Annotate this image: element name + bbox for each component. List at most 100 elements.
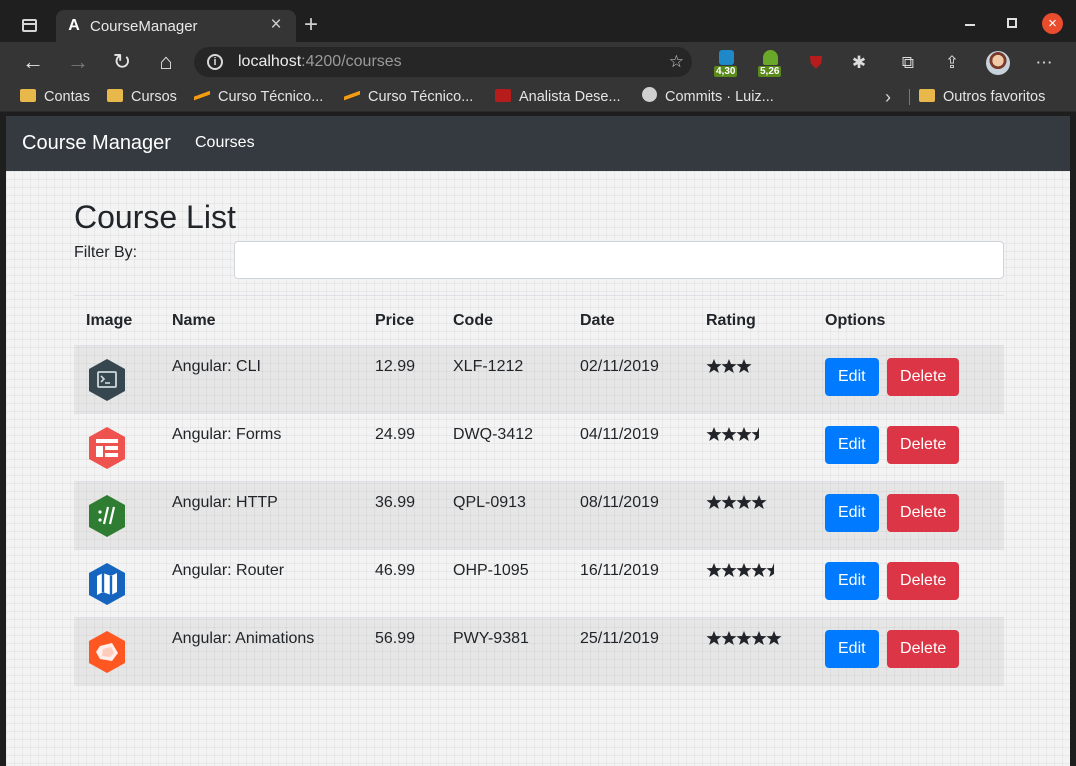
edit-button[interactable]: Edit — [825, 358, 879, 396]
cell-image — [74, 618, 160, 686]
cell-rating — [694, 618, 813, 686]
table-row: Angular: Forms 24.99 DWQ-3412 04/11/2019… — [74, 413, 1004, 482]
header-image: Image — [74, 295, 160, 346]
page-content: Course List Filter By: Image Name Price … — [6, 171, 1070, 766]
extension-weather-square — [719, 50, 734, 65]
job-site-icon — [495, 89, 511, 102]
filter-input[interactable] — [234, 241, 1004, 279]
delete-button[interactable]: Delete — [887, 494, 960, 532]
forward-icon[interactable]: → — [65, 49, 91, 75]
more-menu-icon[interactable]: ⋯ — [1034, 53, 1054, 73]
cell-code: PWY-9381 — [453, 630, 529, 647]
cell-options: Edit Delete — [813, 482, 1004, 550]
star-rating — [706, 631, 782, 650]
extension-weather-icon[interactable]: 4,30 — [714, 50, 740, 77]
cell-date: 04/11/2019 — [580, 426, 659, 443]
folder-icon — [919, 89, 935, 102]
cell-price: 36.99 — [375, 494, 416, 511]
add-favorite-icon[interactable]: ☆ — [669, 52, 684, 72]
profile-avatar[interactable] — [986, 51, 1010, 75]
cell-name: Angular: Router — [172, 562, 285, 579]
cell-date: 25/11/2019 — [580, 630, 659, 647]
course-site-icon — [194, 89, 210, 102]
star-rating — [706, 359, 752, 378]
delete-button[interactable]: Delete — [887, 426, 960, 464]
header-rating: Rating — [694, 295, 813, 346]
cli-icon — [86, 357, 148, 403]
close-window-icon[interactable]: × — [1042, 13, 1063, 34]
cell-image — [74, 346, 160, 414]
bookmarks-bar: Contas Cursos Curso Técnico... Curso Téc… — [0, 82, 1076, 112]
minimize-icon[interactable] — [964, 16, 976, 32]
filter-label: Filter By: — [74, 244, 138, 261]
edit-button[interactable]: Edit — [825, 630, 879, 668]
header-code: Code — [441, 295, 568, 346]
cell-price: 46.99 — [375, 562, 416, 579]
animations-icon — [86, 629, 148, 675]
address-bar[interactable]: i localhost:4200/courses ☆ — [194, 47, 692, 77]
url-text[interactable]: localhost:4200/courses — [238, 53, 402, 71]
cell-options: Edit Delete — [813, 346, 1004, 414]
bookmark-contas[interactable]: Contas — [20, 87, 90, 107]
share-icon[interactable]: ⇪ — [942, 53, 962, 73]
home-icon[interactable]: ⌂ — [153, 49, 179, 75]
navbar-brand[interactable]: Course Manager — [22, 132, 171, 155]
cell-name: Angular: Animations — [172, 630, 315, 647]
cell-date: 16/11/2019 — [580, 562, 659, 579]
folder-icon — [107, 89, 123, 102]
table-row: Angular: HTTP 36.99 QPL-0913 08/11/2019 … — [74, 481, 1004, 550]
cell-rating — [694, 414, 813, 482]
bookmark-outros-favoritos[interactable]: Outros favoritos — [919, 87, 1045, 107]
bookmarks-overflow-icon[interactable]: › — [885, 87, 891, 107]
extension-android-icon[interactable]: 5,26 — [758, 50, 784, 77]
edit-button[interactable]: Edit — [825, 562, 879, 600]
site-info-icon[interactable]: i — [207, 54, 223, 70]
header-price: Price — [363, 295, 441, 346]
extensions-icon[interactable]: ✱ — [849, 53, 869, 73]
tab-actions-icon[interactable] — [22, 19, 37, 32]
delete-button[interactable]: Delete — [887, 630, 960, 668]
extension-badge: 4,30 — [714, 66, 738, 77]
cell-code: XLF-1212 — [453, 358, 524, 375]
cell-name: Angular: HTTP — [172, 494, 278, 511]
bookmark-cursos[interactable]: Cursos — [107, 87, 177, 107]
ublock-icon[interactable]: ⛊ — [806, 53, 826, 73]
delete-button[interactable]: Delete — [887, 358, 960, 396]
cell-rating — [694, 346, 813, 414]
header-name: Name — [160, 295, 363, 346]
router-icon — [86, 561, 148, 607]
page-title: Course List — [74, 199, 236, 235]
cell-date: 02/11/2019 — [580, 358, 659, 375]
cell-options: Edit Delete — [813, 618, 1004, 686]
cell-code: OHP-1095 — [453, 562, 529, 579]
maximize-icon[interactable] — [1007, 18, 1017, 28]
extension-badge: 5,26 — [758, 66, 782, 77]
header-options: Options — [813, 295, 1004, 346]
new-tab-icon[interactable]: + — [300, 13, 322, 38]
header-date: Date — [568, 295, 694, 346]
close-tab-icon[interactable]: × — [266, 15, 286, 35]
edit-button[interactable]: Edit — [825, 426, 879, 464]
table-row: Angular: Router 46.99 OHP-1095 16/11/201… — [74, 549, 1004, 618]
cell-rating — [694, 550, 813, 618]
bookmark-curso-tecnico-1[interactable]: Curso Técnico... — [194, 87, 323, 107]
cell-image — [74, 482, 160, 550]
cell-rating — [694, 482, 813, 550]
bookmark-analista[interactable]: Analista Dese... — [495, 87, 621, 107]
edit-button[interactable]: Edit — [825, 494, 879, 532]
back-icon[interactable]: ← — [20, 49, 46, 75]
cell-date: 08/11/2019 — [580, 494, 659, 511]
cell-price: 56.99 — [375, 630, 416, 647]
bookmark-curso-tecnico-2[interactable]: Curso Técnico... — [344, 87, 473, 107]
table-row: Angular: CLI 12.99 XLF-1212 02/11/2019 E… — [74, 345, 1004, 414]
nav-link-courses[interactable]: Courses — [195, 134, 255, 152]
browser-tab[interactable]: A CourseManager × — [56, 10, 296, 42]
collections-icon[interactable]: ⧉ — [898, 53, 918, 73]
folder-icon — [20, 89, 36, 102]
browser-tab-bar: A CourseManager × + × — [0, 0, 1076, 42]
delete-button[interactable]: Delete — [887, 562, 960, 600]
bookmark-commits[interactable]: Commits · Luiz... — [642, 87, 774, 107]
cell-image — [74, 414, 160, 482]
cell-price: 12.99 — [375, 358, 416, 375]
refresh-icon[interactable]: ↻ — [109, 49, 135, 75]
